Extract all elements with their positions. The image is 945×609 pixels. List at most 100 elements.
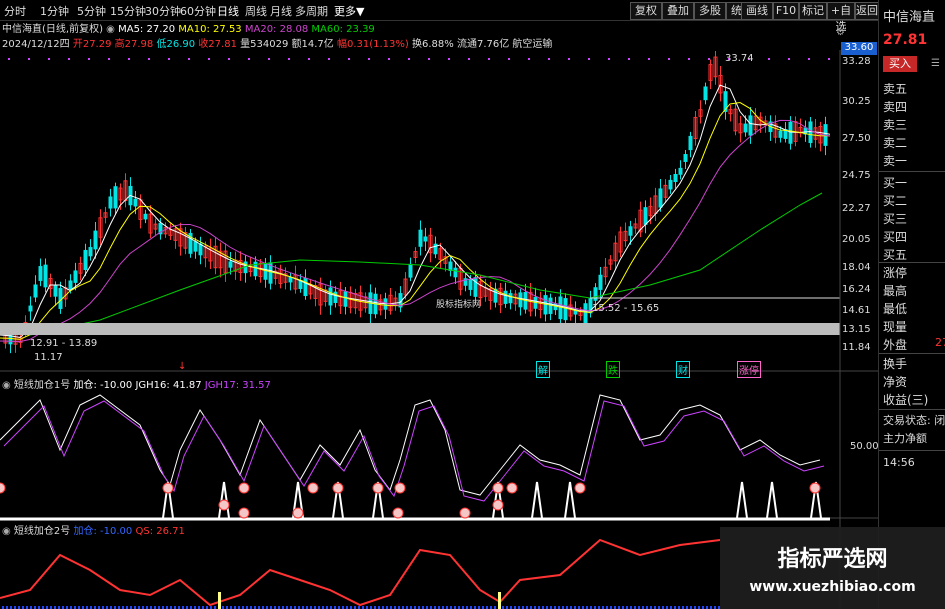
candle-body xyxy=(418,229,423,247)
indicator1-spikes xyxy=(162,481,822,519)
tab-month[interactable]: 月线 xyxy=(270,3,292,19)
candle-body xyxy=(743,123,748,133)
float-label: 流通7.76亿 xyxy=(456,39,510,50)
signal-dot xyxy=(168,58,170,60)
signal-dot xyxy=(428,58,430,60)
tab-15min[interactable]: 15分钟 xyxy=(110,3,146,19)
quote-panel: 中信海直 27.81 买入 ☰ 卖五 卖四 卖三 卖二 卖一 买一 买二 买三 … xyxy=(878,0,945,609)
signal-dot xyxy=(248,58,250,60)
ma20-line xyxy=(0,119,831,343)
tab-multi[interactable]: 多周期 xyxy=(295,3,328,19)
qs-line xyxy=(0,538,721,607)
sell-level: 卖二 xyxy=(883,136,908,150)
gear-icon[interactable]: ⚙ xyxy=(836,27,845,38)
candle-body xyxy=(68,280,73,290)
divider xyxy=(879,262,945,263)
divider xyxy=(879,450,945,451)
candle-body xyxy=(108,196,113,209)
tab-60min[interactable]: 60分钟 xyxy=(180,3,216,19)
buy-level: 买二 xyxy=(883,194,908,208)
indicator1-lines xyxy=(0,394,825,502)
signal-dot xyxy=(628,58,630,60)
candle-body xyxy=(628,226,633,236)
price-tick: 20.05 xyxy=(842,234,871,245)
signal-dot xyxy=(328,58,330,60)
price-tick: 14.61 xyxy=(842,305,871,316)
signal-dot xyxy=(708,58,710,60)
price-tick: 22.27 xyxy=(842,203,871,214)
adjust-button[interactable]: 复权 xyxy=(630,2,662,20)
chart-toolbar: 分时 1分钟 5分钟 15分钟 30分钟 60分钟 日线 周线 月线 多周期 更… xyxy=(0,0,879,33)
multi-stock-button[interactable]: 多股 xyxy=(694,2,726,20)
indicator2-lines xyxy=(0,538,721,607)
signal-dot xyxy=(788,58,790,60)
tab-5min[interactable]: 5分钟 xyxy=(77,3,106,19)
add-watchlist-button[interactable]: +自选 xyxy=(827,2,855,33)
divider xyxy=(879,171,945,172)
indicator2-bars xyxy=(2,592,720,609)
spike-signal xyxy=(766,481,778,519)
site-watermark: 指标严选网 www.xuezhibiao.com xyxy=(720,527,945,609)
menu-icon[interactable]: ☰ xyxy=(931,58,940,69)
sector-label: 航空运输 xyxy=(512,39,553,50)
candle-body xyxy=(143,213,148,220)
panel-price: 27.81 xyxy=(883,32,928,48)
back-button[interactable]: 返回 xyxy=(855,2,879,20)
ma5-line xyxy=(0,84,831,339)
candle-body xyxy=(198,243,203,256)
indicator-settings-icon[interactable]: ◉ xyxy=(2,380,11,391)
buy-level: 买三 xyxy=(883,212,908,226)
amount-label: 额14.7亿 xyxy=(291,39,334,50)
event-marker[interactable]: 解 xyxy=(536,361,550,378)
open-label: 开27.29 xyxy=(72,39,112,50)
buy-level: 买一 xyxy=(883,176,908,190)
buy-button[interactable]: 买入 xyxy=(883,56,917,72)
indicator1-title[interactable]: 短线加仓1号 xyxy=(14,380,70,391)
watermark-title: 指标严选网 xyxy=(777,547,888,572)
signal-ball xyxy=(459,507,471,519)
tab-30min[interactable]: 30分钟 xyxy=(145,3,181,19)
outer-value: 27 xyxy=(935,336,945,349)
candle-body xyxy=(673,173,678,183)
event-marker[interactable]: 跌 xyxy=(606,361,620,378)
candle-body xyxy=(28,305,33,312)
quote-info-line: 2024/12/12四 开27.29 高27.98 低26.90 收27.81 … xyxy=(2,35,553,50)
signal-ball xyxy=(162,482,174,494)
settings-icon[interactable]: ◉ xyxy=(106,24,115,35)
tab-day[interactable]: 日线 xyxy=(217,3,239,19)
tab-1min[interactable]: 1分钟 xyxy=(40,3,69,19)
signal-dot xyxy=(8,58,10,60)
signal-dot xyxy=(288,58,290,60)
tab-fenshi[interactable]: 分时 xyxy=(4,3,26,19)
stat-label: 现量 xyxy=(883,320,908,334)
indicator2-title[interactable]: 短线加仓2号 xyxy=(14,526,70,537)
candle-body xyxy=(778,130,783,138)
sell-level: 卖五 xyxy=(883,82,908,96)
candle-body xyxy=(53,285,58,297)
change-label: 幅0.31(1.13%) xyxy=(336,39,409,50)
signal-ball xyxy=(372,482,384,494)
drawing-button[interactable]: 画线 xyxy=(741,2,773,20)
candle-body xyxy=(343,291,348,307)
signal-dot xyxy=(768,58,770,60)
spike-signal xyxy=(531,481,543,519)
candle-body xyxy=(583,303,588,327)
signal-ball xyxy=(292,507,304,519)
price-tick: 11.84 xyxy=(842,342,871,353)
gray-band xyxy=(0,323,840,335)
f10-button[interactable]: F10 xyxy=(773,2,799,20)
tab-more[interactable]: 更多▼ xyxy=(334,3,364,19)
stat-label: 最高 xyxy=(883,284,908,298)
overlay-button[interactable]: 叠加 xyxy=(662,2,694,20)
event-marker[interactable]: 涨停 xyxy=(737,361,761,378)
moving-average-lines xyxy=(0,84,831,343)
indicator1-jgh16-label: JGH16: 41.87 xyxy=(135,380,202,391)
tab-week[interactable]: 周线 xyxy=(245,3,267,19)
event-marker[interactable]: 财 xyxy=(676,361,690,378)
candle-body xyxy=(193,241,198,252)
signal-dot xyxy=(228,58,230,60)
indicator-settings-icon[interactable]: ◉ xyxy=(2,526,11,537)
candle-body xyxy=(133,198,138,207)
mark-button[interactable]: 标记 xyxy=(799,2,827,20)
signal-ball xyxy=(218,499,230,511)
